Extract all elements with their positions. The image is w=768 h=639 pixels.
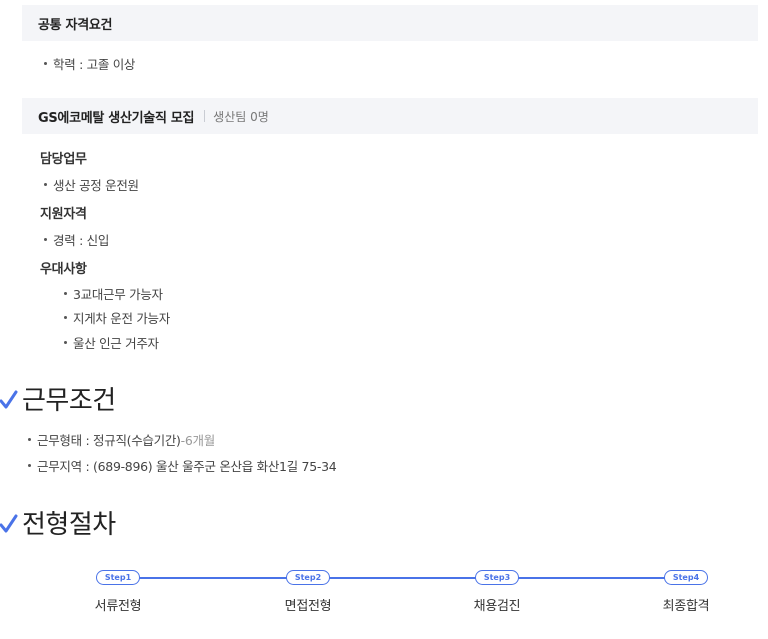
common-requirements-title: 공통 자격요건 <box>38 17 113 33</box>
check-icon <box>0 514 18 532</box>
bullet-icon <box>28 438 31 441</box>
list-item: 근무지역 : (689-896) 울산 울주군 온산읍 화산1길 75-34 <box>28 456 337 475</box>
common-requirements-header: 공통 자격요건 <box>22 5 758 41</box>
duties-label: 담당업무 <box>40 152 87 167</box>
bullet-icon <box>28 464 31 467</box>
list-item: 3교대근무 가능자 <box>64 284 163 303</box>
bullet-icon <box>64 316 67 319</box>
job-posting-title: GS에코메탈 생산기술직 모집 <box>38 110 195 126</box>
bullet-icon <box>44 238 47 241</box>
bullet-icon <box>44 183 47 186</box>
preferences-label: 우대사항 <box>40 262 87 277</box>
list-item: 울산 인근 거주자 <box>64 333 159 352</box>
bullet-icon <box>64 292 67 295</box>
probation-period: -6개월 <box>180 433 216 448</box>
hiring-process-heading: 전형절차 <box>0 504 116 541</box>
process-line <box>118 577 684 579</box>
check-icon <box>0 390 18 408</box>
qualifications-label: 지원자격 <box>40 207 87 222</box>
bullet-icon <box>44 62 47 65</box>
step-label: 채용검진 <box>473 599 521 614</box>
job-posting-header: GS에코메탈 생산기술직 모집 생산팀 0명 <box>22 98 758 134</box>
list-item: 근무형태 : 정규직(수습기간)-6개월 <box>28 430 215 449</box>
hiring-process-title: 전형절차 <box>22 510 116 540</box>
step-badge: Step4 <box>664 570 708 585</box>
divider <box>204 110 206 122</box>
list-item: 학력 : 고졸 이상 <box>44 54 135 73</box>
list-item: 생산 공정 운전원 <box>44 175 139 194</box>
list-item: 지게차 운전 가능자 <box>64 308 170 327</box>
step-badge: Step1 <box>96 570 140 585</box>
step-label: 서류전형 <box>94 599 142 614</box>
step-label: 면접전형 <box>284 599 332 614</box>
bullet-icon <box>64 341 67 344</box>
job-team-count: 생산팀 0명 <box>213 109 269 124</box>
working-conditions-title: 근무조건 <box>22 386 116 416</box>
list-item: 경력 : 신입 <box>44 230 109 249</box>
step-label: 최종합격 <box>662 599 710 614</box>
step-badge: Step2 <box>286 570 330 585</box>
step-badge: Step3 <box>475 570 519 585</box>
working-conditions-heading: 근무조건 <box>0 380 116 417</box>
